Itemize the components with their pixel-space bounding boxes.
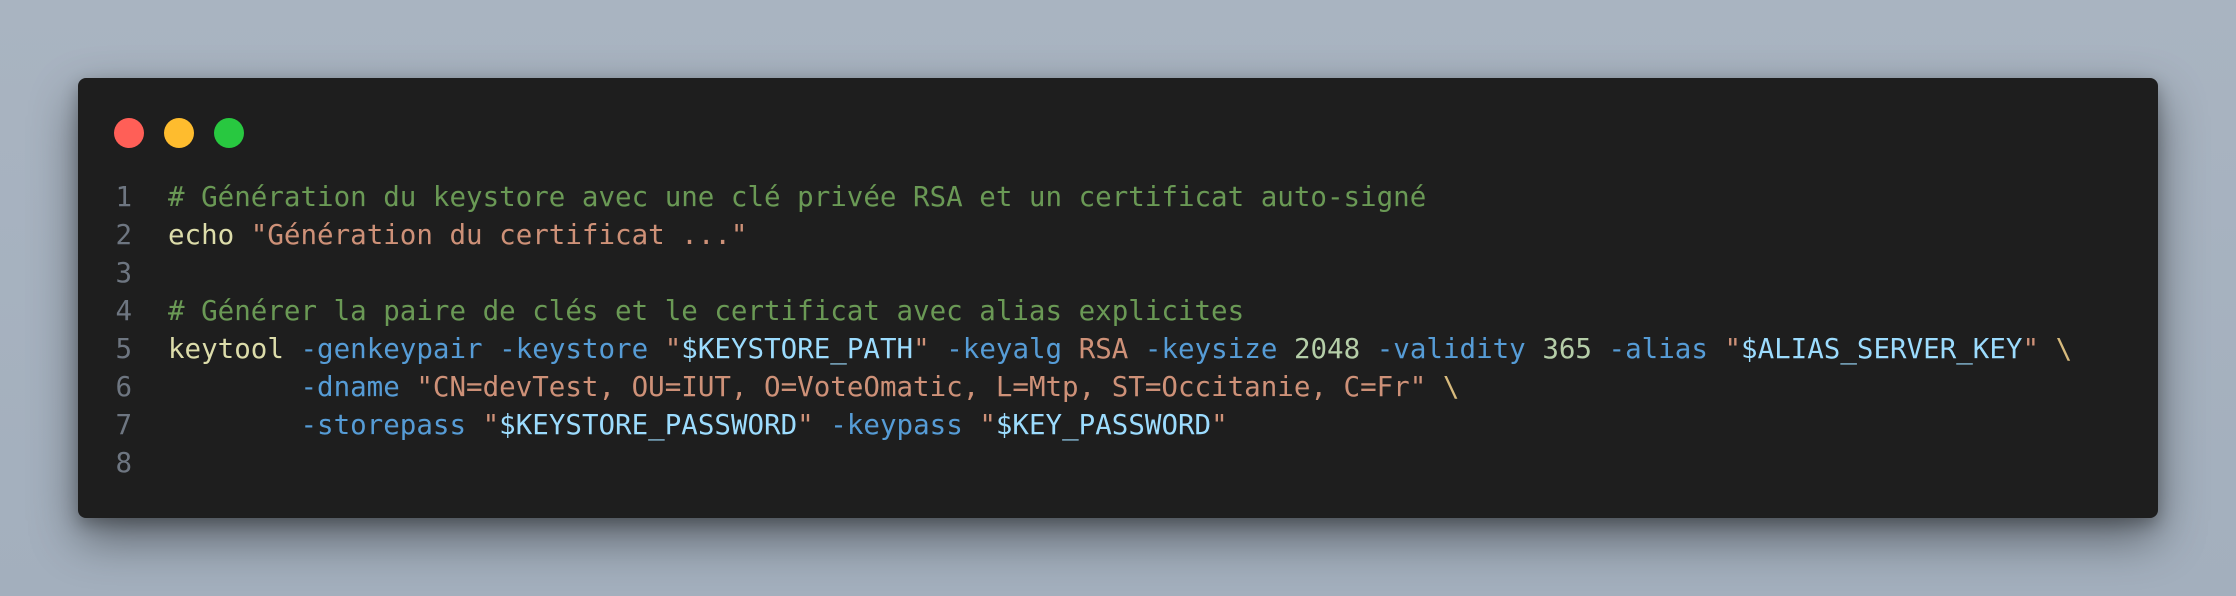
code-token-num: 365 (1542, 333, 1592, 365)
code-token-comment: # Générer la paire de clés et le certifi… (168, 295, 1245, 327)
code-token-flag: -validity (1376, 333, 1526, 365)
code-token-comment: # Génération du keystore avec une clé pr… (168, 181, 1427, 213)
line-number: 8 (115, 447, 132, 479)
line-content: # Générer la paire de clés et le certifi… (132, 292, 2158, 330)
code-window: 1 # Génération du keystore avec une clé p… (78, 78, 2158, 518)
code-token-flag: -keypass (830, 409, 963, 441)
line-content: keytool -genkeypair -keystore "$KEYSTORE… (132, 330, 2158, 368)
close-button[interactable] (114, 118, 144, 148)
code-token-var: $KEYSTORE_PATH (681, 333, 914, 365)
code-line: 2 echo "Génération du certificat ..." (78, 216, 2158, 254)
code-token-str: " (664, 333, 682, 365)
line-number: 6 (115, 371, 132, 403)
code-line: 8 (78, 444, 2158, 482)
line-content (132, 254, 2158, 292)
code-token-str: "Génération du certificat ..." (250, 219, 748, 251)
code-token-var: $KEY_PASSWORD (995, 409, 1212, 441)
code-token-flag: -keyalg (946, 333, 1063, 365)
code-token-flag: -alias (1608, 333, 1708, 365)
code-token-str: " (2022, 333, 2040, 365)
code-token-cont: \ (2055, 333, 2073, 365)
line-content: # Génération du keystore avec une clé pr… (132, 178, 2158, 216)
code-token-str: " (797, 409, 814, 441)
line-content: -storepass "$KEYSTORE_PASSWORD" -keypass… (132, 406, 2158, 444)
maximize-button[interactable] (214, 118, 244, 148)
code-line: 7 -storepass "$KEYSTORE_PASSWORD" -keypa… (78, 406, 2158, 444)
code-line: 1 # Génération du keystore avec une clé p… (78, 178, 2158, 216)
line-number: 2 (115, 219, 132, 251)
code-token-flag: -keysize (1144, 333, 1278, 365)
line-number: 7 (115, 409, 132, 441)
code-line: 6 -dname "CN=devTest, OU=IUT, O=VoteOmat… (78, 368, 2158, 406)
line-content: -dname "CN=devTest, OU=IUT, O=VoteOmatic… (132, 368, 2158, 406)
code-line: 5 keytool -genkeypair -keystore "$KEYSTOR… (78, 330, 2158, 368)
minimize-button[interactable] (164, 118, 194, 148)
line-number: 5 (115, 333, 132, 365)
code-token-cmd: keytool (168, 333, 284, 365)
code-token-str: " (1724, 333, 1742, 365)
code-token-var: $KEYSTORE_PASSWORD (499, 409, 798, 441)
code-token-flag: -dname (300, 371, 400, 403)
code-token-str: " (979, 409, 996, 441)
code-token-str: " (1211, 409, 1228, 441)
code-token-str: " (482, 409, 500, 441)
code-token-flag: -genkeypair (300, 333, 483, 365)
code-token-cont: \ (1442, 371, 1460, 403)
code-editor[interactable]: 1 # Génération du keystore avec une clé p… (78, 178, 2158, 482)
line-number: 4 (115, 295, 132, 327)
code-token-num: 2048 (1293, 333, 1361, 365)
line-content (132, 444, 2158, 482)
line-number: 3 (115, 257, 132, 289)
code-token-str: RSA (1078, 333, 1129, 365)
code-token-flag: -keystore (499, 333, 649, 365)
code-line: 3 (78, 254, 2158, 292)
window-controls (114, 118, 244, 148)
code-token-str: " (913, 333, 930, 365)
code-token-flag: -storepass (300, 409, 467, 441)
code-token-cmd: echo (168, 219, 235, 251)
code-token-str: "CN=devTest, OU=IUT, O=VoteOmatic, L=Mtp… (416, 371, 1427, 403)
line-number: 1 (115, 181, 132, 213)
line-content: echo "Génération du certificat ..." (132, 216, 2158, 254)
code-line: 4 # Générer la paire de clés et le certif… (78, 292, 2158, 330)
code-token-var: $ALIAS_SERVER_KEY (1741, 333, 2023, 365)
